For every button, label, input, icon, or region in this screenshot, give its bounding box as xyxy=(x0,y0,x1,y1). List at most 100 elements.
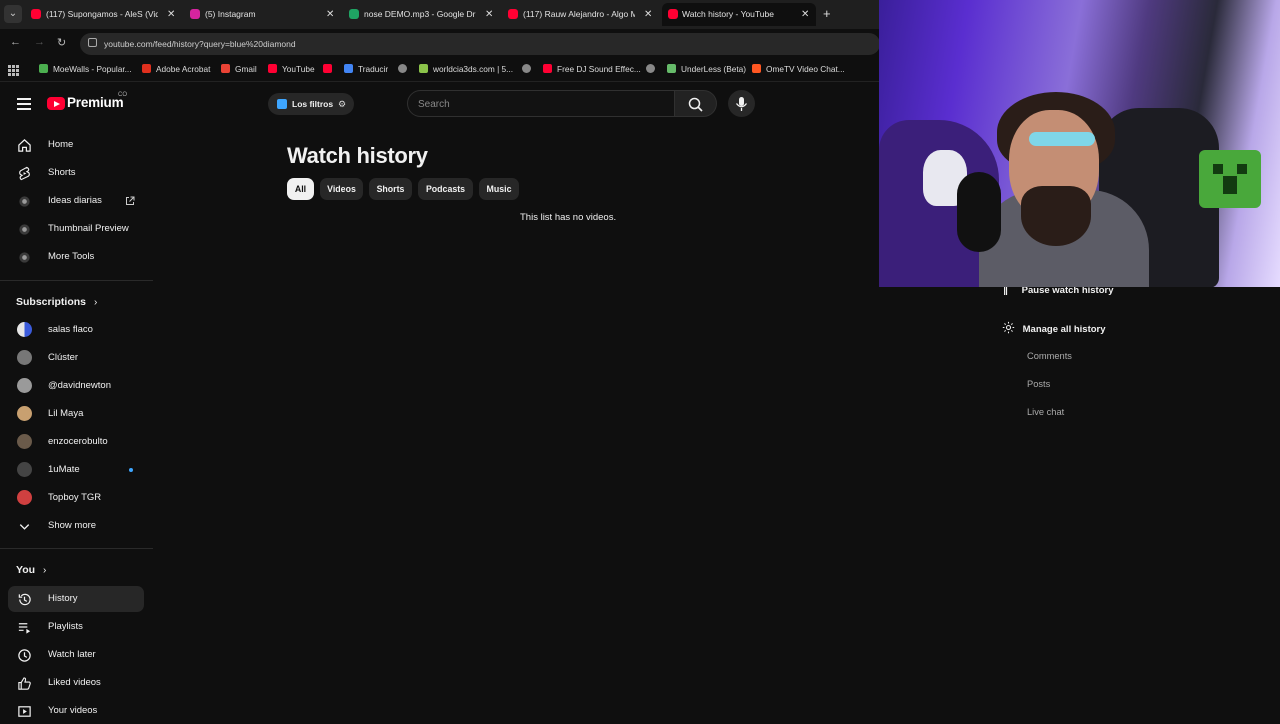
show-more-label: Show more xyxy=(48,520,97,531)
close-tab-icon[interactable]: ✕ xyxy=(644,3,652,26)
home-icon xyxy=(18,139,31,152)
sidebar-item-label: Liked videos xyxy=(48,677,101,688)
subscription-item[interactable]: Lil Maya xyxy=(8,401,144,427)
empty-list-message: This list has no videos. xyxy=(520,212,617,223)
subscription-item[interactable]: Topboy TGR xyxy=(8,485,144,511)
sidebar-item-watch-later[interactable]: Watch later xyxy=(8,642,144,668)
sidebar-item-more-tools[interactable]: More Tools xyxy=(8,244,144,270)
subscription-item[interactable]: 1uMate xyxy=(8,457,144,483)
chip-all[interactable]: All xyxy=(287,178,314,200)
bookmark-favicon-icon xyxy=(667,64,676,73)
app-icon xyxy=(19,252,30,263)
bookmark-globe-2[interactable] xyxy=(522,64,536,74)
live-chat-link[interactable]: Live chat xyxy=(1027,407,1064,417)
browser-tab-3[interactable]: nose DEMO.mp3 - Google Driv ✕ xyxy=(349,3,494,26)
sidebar-item-your-videos[interactable]: Your videos xyxy=(8,698,144,724)
tab-search-button[interactable]: ⌄ xyxy=(4,5,22,23)
subscriptions-header[interactable]: Subscriptions › xyxy=(16,296,97,308)
webcam-headband xyxy=(1029,132,1095,146)
tab-title: (5) Instagram xyxy=(205,9,256,19)
sliders-icon: ⚙ xyxy=(338,99,347,109)
posts-link[interactable]: Posts xyxy=(1027,379,1050,389)
subscription-label: Topboy TGR xyxy=(48,492,102,503)
close-tab-icon[interactable]: ✕ xyxy=(167,3,175,26)
bookmark-gmail[interactable]: Gmail xyxy=(221,64,257,74)
watch-later-icon xyxy=(18,649,31,662)
bookmark-youtube[interactable]: YouTube xyxy=(268,64,315,74)
bookmark-adobe-acrobat[interactable]: Adobe Acrobat xyxy=(142,64,210,74)
sidebar-item-label: Thumbnail Preview xyxy=(48,223,129,234)
youtube-icon xyxy=(323,64,332,73)
subscription-label: salas flaco xyxy=(48,324,93,335)
playlists-icon xyxy=(18,623,31,634)
sidebar-item-thumbnail-preview[interactable]: Thumbnail Preview xyxy=(8,216,144,242)
bookmark-underless[interactable]: UnderLess (Beta) xyxy=(667,64,746,74)
webcam-person-beard xyxy=(1021,186,1091,246)
new-tab-button[interactable]: + xyxy=(823,6,831,22)
subscription-label: enzocerobulto xyxy=(48,436,108,447)
filters-extension-button[interactable]: Los filtros ⚙ xyxy=(268,93,354,115)
shorts-icon xyxy=(19,166,30,181)
bookmark-moewalls[interactable]: MoeWalls - Popular... xyxy=(39,64,132,74)
search-button[interactable] xyxy=(675,90,717,117)
bookmark-globe-1[interactable] xyxy=(398,64,412,74)
sidebar-divider xyxy=(0,548,153,549)
tab-title: (117) Supongamos - AleS (Vide xyxy=(46,9,158,19)
menu-icon[interactable] xyxy=(17,98,31,113)
close-tab-icon[interactable]: ✕ xyxy=(485,3,493,26)
close-tab-icon[interactable]: ✕ xyxy=(801,3,809,26)
site-settings-icon[interactable] xyxy=(88,38,97,47)
search-box[interactable] xyxy=(407,90,675,117)
sidebar-item-shorts[interactable]: Shorts xyxy=(8,160,144,186)
show-more-button[interactable]: Show more xyxy=(8,513,144,539)
avatar xyxy=(17,322,32,337)
sidebar-divider xyxy=(0,280,153,281)
subscription-item[interactable]: enzocerobulto xyxy=(8,429,144,455)
voice-search-button[interactable] xyxy=(728,90,755,117)
you-header[interactable]: You › xyxy=(16,564,46,576)
logo-text: Premium xyxy=(67,95,124,110)
sidebar-item-liked-videos[interactable]: Liked videos xyxy=(8,670,144,696)
youtube-favicon-icon xyxy=(668,9,678,19)
chip-podcasts[interactable]: Podcasts xyxy=(418,178,473,200)
subscription-item[interactable]: Clúster xyxy=(8,345,144,371)
microphone-icon xyxy=(735,97,748,111)
sidebar-item-playlists[interactable]: Playlists xyxy=(8,614,144,640)
tab-title: Watch history - YouTube xyxy=(682,9,774,19)
bookmark-favicon-icon xyxy=(39,64,48,73)
search-input[interactable] xyxy=(418,96,658,112)
bookmark-traducir[interactable]: Traducir xyxy=(344,64,388,74)
comments-link[interactable]: Comments xyxy=(1027,351,1072,361)
bookmark-free-dj[interactable]: Free DJ Sound Effec... xyxy=(543,64,641,74)
chip-shorts[interactable]: Shorts xyxy=(369,178,412,200)
apps-grid-icon[interactable] xyxy=(8,65,19,76)
chip-music[interactable]: Music xyxy=(479,178,519,200)
bookmark-globe-3[interactable] xyxy=(646,64,660,74)
subscription-item[interactable]: salas flaco xyxy=(8,317,144,343)
bookmark-worldcia3ds[interactable]: worldcia3ds.com | 5... xyxy=(419,64,513,74)
bookmark-youtube-2[interactable] xyxy=(323,64,337,74)
filters-label: Los filtros xyxy=(292,99,334,109)
sidebar-item-ideas-diarias[interactable]: Ideas diarias xyxy=(8,188,144,214)
chip-videos[interactable]: Videos xyxy=(320,178,363,200)
forward-arrow-icon[interactable]: → xyxy=(34,36,45,48)
sidebar-item-home[interactable]: Home xyxy=(8,132,144,158)
subscription-label: Lil Maya xyxy=(48,408,84,419)
browser-tab-1[interactable]: (117) Supongamos - AleS (Vide ✕ xyxy=(31,3,176,26)
reload-icon[interactable]: ↻ xyxy=(57,36,66,49)
sidebar-item-label: Playlists xyxy=(48,621,83,632)
browser-tab-4[interactable]: (117) Rauw Alejandro - Algo M ✕ xyxy=(508,3,653,26)
manage-all-history-button[interactable]: Manage all history xyxy=(1002,321,1106,335)
back-arrow-icon[interactable]: ← xyxy=(10,36,21,48)
bookmark-ometv[interactable]: OmeTV Video Chat... xyxy=(752,64,845,74)
close-tab-icon[interactable]: ✕ xyxy=(326,3,334,26)
sidebar-item-label: Watch later xyxy=(48,649,96,660)
sidebar-item-history[interactable]: History xyxy=(8,586,144,612)
subscription-item[interactable]: @davidnewton xyxy=(8,373,144,399)
youtube-icon xyxy=(543,64,552,73)
new-content-dot xyxy=(129,468,133,472)
browser-tab-5-active[interactable]: Watch history - YouTube ✕ xyxy=(662,3,816,26)
browser-tab-2[interactable]: (5) Instagram ✕ xyxy=(190,3,335,26)
tab-title: (117) Rauw Alejandro - Algo M xyxy=(523,9,635,19)
url-text[interactable]: youtube.com/feed/history?query=blue%20di… xyxy=(104,39,296,49)
